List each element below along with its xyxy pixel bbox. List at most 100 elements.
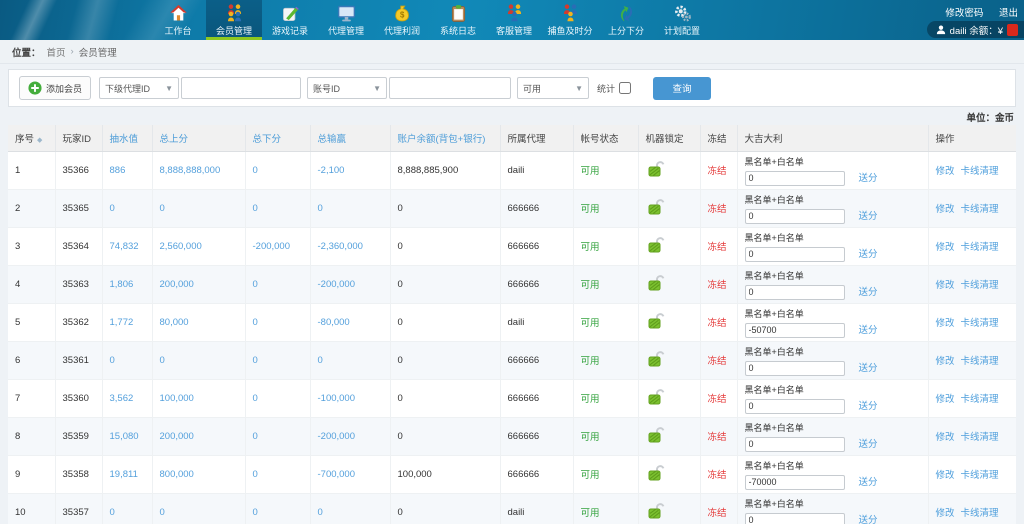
edit-link[interactable]: 修改	[936, 356, 955, 367]
freeze-link[interactable]: 冻结	[708, 394, 727, 405]
freeze-link[interactable]: 冻结	[708, 508, 727, 519]
unlock-padlock-icon[interactable]	[646, 349, 666, 369]
unlock-padlock-icon[interactable]	[646, 235, 666, 255]
column-header-4[interactable]: 总下分	[245, 125, 310, 151]
freeze-link[interactable]: 冻结	[708, 166, 727, 177]
account-id-input[interactable]	[389, 77, 511, 99]
nav-item-0[interactable]: 工作台	[150, 0, 206, 40]
clear-line-link[interactable]: 卡线清理	[961, 508, 999, 519]
edit-link[interactable]: 修改	[936, 432, 955, 443]
clear-line-link[interactable]: 卡线清理	[961, 242, 999, 253]
cell-lucky: 黑名单+白名单 送分	[737, 265, 928, 303]
column-header-2[interactable]: 抽水值	[102, 125, 152, 151]
blacklist-whitelist-label: 黑名单+白名单	[745, 155, 928, 168]
send-points-link[interactable]: 送分	[859, 211, 878, 222]
nav-item-2[interactable]: 游戏记录	[262, 0, 318, 40]
unlock-padlock-icon[interactable]	[646, 159, 666, 179]
edit-link[interactable]: 修改	[936, 318, 955, 329]
nav-item-7[interactable]: 捕鱼及时分	[542, 0, 598, 40]
cell-player-id: 35366	[55, 151, 102, 189]
nav-item-5[interactable]: 系统日志	[430, 0, 486, 40]
unlock-padlock-icon[interactable]	[646, 197, 666, 217]
edit-link[interactable]: 修改	[936, 242, 955, 253]
unlock-padlock-icon[interactable]	[646, 463, 666, 483]
freeze-link[interactable]: 冻结	[708, 432, 727, 443]
send-points-link[interactable]: 送分	[859, 477, 878, 488]
edit-link[interactable]: 修改	[936, 280, 955, 291]
edit-link[interactable]: 修改	[936, 508, 955, 519]
cell-player-id: 35359	[55, 417, 102, 455]
edit-link[interactable]: 修改	[936, 166, 955, 177]
change-password-link[interactable]: 修改密码	[945, 8, 983, 19]
clear-line-link[interactable]: 卡线清理	[961, 166, 999, 177]
freeze-link[interactable]: 冻结	[708, 356, 727, 367]
freeze-link[interactable]: 冻结	[708, 280, 727, 291]
unlock-padlock-icon[interactable]	[646, 425, 666, 445]
account-id-select[interactable]: 账号ID▼	[307, 77, 387, 99]
clear-line-link[interactable]: 卡线清理	[961, 394, 999, 405]
column-header-3[interactable]: 总上分	[152, 125, 245, 151]
nav-item-6[interactable]: 客服管理	[486, 0, 542, 40]
gift-points-input[interactable]	[745, 513, 845, 524]
freeze-link[interactable]: 冻结	[708, 242, 727, 253]
send-points-link[interactable]: 送分	[859, 363, 878, 374]
sub-agent-id-select[interactable]: 下级代理ID▼	[99, 77, 179, 99]
cell-operations: 修改卡线清理	[928, 341, 1016, 379]
gift-points-input[interactable]	[745, 285, 845, 300]
status-select[interactable]: 可用▼	[517, 77, 589, 99]
send-points-link[interactable]: 送分	[859, 439, 878, 450]
edit-link[interactable]: 修改	[936, 394, 955, 405]
cell-player-id: 35358	[55, 455, 102, 493]
clear-line-link[interactable]: 卡线清理	[961, 356, 999, 367]
breadcrumb-home-link[interactable]: 首页	[47, 45, 66, 59]
edit-link[interactable]: 修改	[936, 470, 955, 481]
column-header-0[interactable]: 序号◆	[8, 125, 55, 151]
stats-checkbox[interactable]	[619, 82, 631, 94]
nav-item-label: 会员管理	[216, 24, 252, 37]
nav-item-1[interactable]: 会员管理	[206, 0, 262, 40]
unlock-padlock-icon[interactable]	[646, 501, 666, 521]
freeze-link[interactable]: 冻结	[708, 318, 727, 329]
gift-points-input[interactable]	[745, 209, 845, 224]
column-header-6[interactable]: 账户余额(背包+银行)	[390, 125, 500, 151]
column-header-5[interactable]: 总输赢	[310, 125, 390, 151]
clear-line-link[interactable]: 卡线清理	[961, 318, 999, 329]
send-points-link[interactable]: 送分	[859, 515, 878, 524]
member-table-body: 1 35366 886 8,888,888,000 0 -2,100 8,888…	[8, 151, 1016, 524]
search-button[interactable]: 查询	[653, 77, 711, 100]
clear-line-link[interactable]: 卡线清理	[961, 470, 999, 481]
clear-line-link[interactable]: 卡线清理	[961, 432, 999, 443]
nav-item-4[interactable]: $ 代理利润	[374, 0, 430, 40]
gift-points-input[interactable]	[745, 247, 845, 262]
freeze-link[interactable]: 冻结	[708, 470, 727, 481]
logout-link[interactable]: 退出	[999, 8, 1018, 19]
blacklist-whitelist-label: 黑名单+白名单	[745, 193, 928, 206]
unlock-padlock-icon[interactable]	[646, 273, 666, 293]
breadcrumb: 位置： 首页 › 会员管理	[0, 40, 1024, 64]
unlock-padlock-icon[interactable]	[646, 311, 666, 331]
nav-item-9[interactable]: 计划配置	[654, 0, 710, 40]
edit-link[interactable]: 修改	[936, 204, 955, 215]
clear-line-link[interactable]: 卡线清理	[961, 204, 999, 215]
send-points-link[interactable]: 送分	[859, 249, 878, 260]
gift-points-input[interactable]	[745, 323, 845, 338]
clear-line-link[interactable]: 卡线清理	[961, 280, 999, 291]
send-points-link[interactable]: 送分	[859, 401, 878, 412]
send-points-link[interactable]: 送分	[859, 287, 878, 298]
gift-points-input[interactable]	[745, 361, 845, 376]
gift-points-input[interactable]	[745, 437, 845, 452]
nav-item-label: 捕鱼及时分	[547, 24, 592, 37]
freeze-link[interactable]: 冻结	[708, 204, 727, 215]
send-points-link[interactable]: 送分	[859, 173, 878, 184]
cell-total-down: 0	[245, 303, 310, 341]
unlock-padlock-icon[interactable]	[646, 387, 666, 407]
gift-points-input[interactable]	[745, 399, 845, 414]
gift-points-input[interactable]	[745, 171, 845, 186]
send-points-link[interactable]: 送分	[859, 325, 878, 336]
nav-item-8[interactable]: 上分下分	[598, 0, 654, 40]
user-balance-pill[interactable]: daili 余额：¥	[927, 21, 1024, 38]
add-member-button[interactable]: 添加会员	[19, 76, 91, 100]
sub-agent-id-input[interactable]	[181, 77, 301, 99]
gift-points-input[interactable]	[745, 475, 845, 490]
nav-item-3[interactable]: 代理管理	[318, 0, 374, 40]
